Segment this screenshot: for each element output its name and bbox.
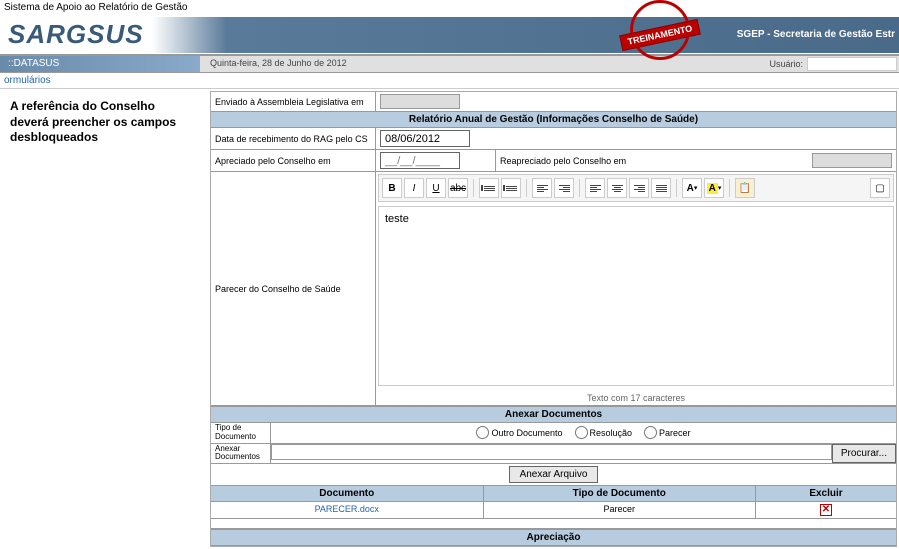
tipo-label: Tipo de Documento <box>211 423 271 443</box>
col-tipo: Tipo de Documento <box>484 486 757 501</box>
table-row: PARECER.docx Parecer ✕ <box>211 502 896 519</box>
editor-textarea[interactable] <box>378 206 894 386</box>
label-parecer: Parecer do Conselho de Saúde <box>211 172 376 405</box>
align-center-icon[interactable] <box>607 178 627 198</box>
strike-icon[interactable]: abc <box>448 178 468 198</box>
logo: SARGSUS <box>0 15 152 54</box>
bold-icon[interactable]: B <box>382 178 402 198</box>
radio-parecer[interactable]: Parecer <box>644 426 691 439</box>
label-reapreciado: Reapreciado pelo Conselho em <box>500 156 626 166</box>
header-right: SGEP - Secretaria de Gestão Estr <box>152 17 899 53</box>
file-path-input[interactable] <box>271 444 832 460</box>
align-justify-icon[interactable] <box>651 178 671 198</box>
paste-icon[interactable]: 📋 <box>735 178 755 198</box>
side-note: A referência do Conselho deverá preenche… <box>2 91 202 547</box>
highlight-icon[interactable]: A▾ <box>704 178 724 198</box>
editor-toolbar: B I U abc A▾ A▾ <box>378 174 894 202</box>
col-excluir: Excluir <box>756 486 896 501</box>
training-stamp: TREINAMENTO <box>620 5 700 60</box>
apreciado-date-input[interactable] <box>380 152 460 169</box>
unordered-list-icon[interactable] <box>501 178 521 198</box>
section-header: Relatório Anual de Gestão (Informações C… <box>211 112 896 128</box>
user-value <box>807 57 897 71</box>
outdent-icon[interactable] <box>532 178 552 198</box>
italic-icon[interactable]: I <box>404 178 424 198</box>
reapreciado-field <box>812 153 892 168</box>
indent-icon[interactable] <box>554 178 574 198</box>
anexar-header: Anexar Documentos <box>211 406 896 423</box>
expand-icon[interactable]: ▢ <box>870 178 890 198</box>
text-color-icon[interactable]: A▾ <box>682 178 702 198</box>
sub-bar: ::DATASUS Quinta-feira, 28 de Junho de 2… <box>0 55 899 73</box>
align-left-icon[interactable] <box>585 178 605 198</box>
radio-resolucao[interactable]: Resolução <box>575 426 633 439</box>
label-enviado: Enviado à Assembleia Legislativa em <box>211 92 376 111</box>
doc-link[interactable]: PARECER.docx <box>315 504 379 514</box>
label-apreciado: Apreciado pelo Conselho em <box>211 150 376 171</box>
date-recebimento-input[interactable] <box>380 130 470 147</box>
ordered-list-icon[interactable] <box>479 178 499 198</box>
col-documento: Documento <box>211 486 484 501</box>
header-bar: SARGSUS SGEP - Secretaria de Gestão Estr… <box>0 15 899 55</box>
anexar-arquivo-button[interactable]: Anexar Arquivo <box>509 466 599 483</box>
system-title: Sistema de Apoio ao Relatório de Gestão <box>0 0 899 15</box>
user-label: Usuário: <box>769 59 803 69</box>
user-box: Usuário: <box>767 56 899 72</box>
doc-tipo: Parecer <box>484 502 757 518</box>
formularios-link[interactable]: ormulários <box>0 73 899 89</box>
anexar-label: Anexar Documentos <box>211 444 271 464</box>
browse-button[interactable]: Procurar... <box>832 444 896 464</box>
form-area: Enviado à Assembleia Legislativa em Rela… <box>210 91 897 547</box>
enviado-field <box>380 94 460 109</box>
label-recebimento: Data de recebimento do RAG pelo CS <box>211 128 376 149</box>
apreciacao-header: Apreciação <box>211 529 896 546</box>
underline-icon[interactable]: U <box>426 178 446 198</box>
align-right-icon[interactable] <box>629 178 649 198</box>
delete-icon[interactable]: ✕ <box>820 504 832 516</box>
datasus-label: ::DATASUS <box>0 56 200 72</box>
radio-outro[interactable]: Outro Documento <box>476 426 562 439</box>
char-count: Texto com 17 caracteres <box>376 391 896 405</box>
